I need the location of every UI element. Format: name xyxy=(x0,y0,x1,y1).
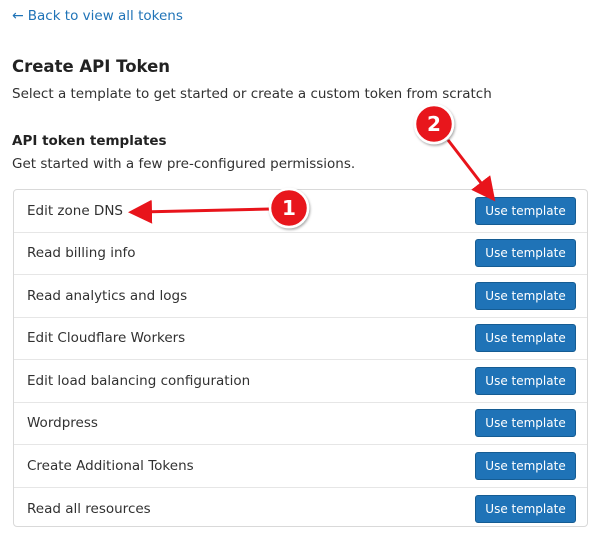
annotation-marker-2: 2 xyxy=(413,103,455,145)
template-row-create-additional-tokens: Create Additional Tokens Use template xyxy=(14,445,587,488)
use-template-button-read-analytics-and-logs[interactable]: Use template xyxy=(475,281,576,310)
template-row-read-all-resources: Read all resources Use template xyxy=(14,488,587,531)
template-name: Edit Cloudflare Workers xyxy=(27,330,186,347)
arrow-left-icon: ← xyxy=(12,8,24,24)
template-name: Read billing info xyxy=(27,245,136,262)
annotation-marker-2-label: 2 xyxy=(427,112,441,136)
template-row-edit-load-balancing: Edit load balancing configuration Use te… xyxy=(14,360,587,403)
template-row-edit-cloudflare-workers: Edit Cloudflare Workers Use template xyxy=(14,318,587,360)
use-template-button-read-billing-info[interactable]: Use template xyxy=(475,239,576,268)
template-name: Wordpress xyxy=(27,415,98,432)
back-link-label: Back to view all tokens xyxy=(27,8,183,24)
use-template-button-edit-zone-dns[interactable]: Use template xyxy=(475,196,576,225)
template-row-read-billing-info: Read billing info Use template xyxy=(14,233,587,275)
template-name: Read all resources xyxy=(27,500,151,517)
template-row-read-analytics-and-logs: Read analytics and logs Use template xyxy=(14,275,587,318)
template-row-edit-zone-dns: Edit zone DNS Use template xyxy=(14,190,587,233)
page-title: Create API Token xyxy=(12,57,171,76)
templates-section-title: API token templates xyxy=(12,133,167,149)
use-template-button-edit-cloudflare-workers[interactable]: Use template xyxy=(475,324,576,353)
template-name: Edit zone DNS xyxy=(27,202,123,219)
template-list: Edit zone DNS Use template Read billing … xyxy=(13,189,588,527)
page-subtitle: Select a template to get started or crea… xyxy=(12,86,492,102)
back-to-tokens-link[interactable]: ← Back to view all tokens xyxy=(12,8,183,24)
template-name: Edit load balancing configuration xyxy=(27,372,251,389)
templates-section-subtitle: Get started with a few pre-configured pe… xyxy=(12,156,356,172)
use-template-button-edit-load-balancing[interactable]: Use template xyxy=(475,366,576,395)
template-name: Read analytics and logs xyxy=(27,287,188,304)
use-template-button-read-all-resources[interactable]: Use template xyxy=(475,494,576,523)
template-row-wordpress: Wordpress Use template xyxy=(14,403,587,445)
template-name: Create Additional Tokens xyxy=(27,457,194,474)
use-template-button-create-additional-tokens[interactable]: Use template xyxy=(475,451,576,480)
annotation-arrow-2 xyxy=(446,139,496,202)
use-template-button-wordpress[interactable]: Use template xyxy=(475,409,576,438)
